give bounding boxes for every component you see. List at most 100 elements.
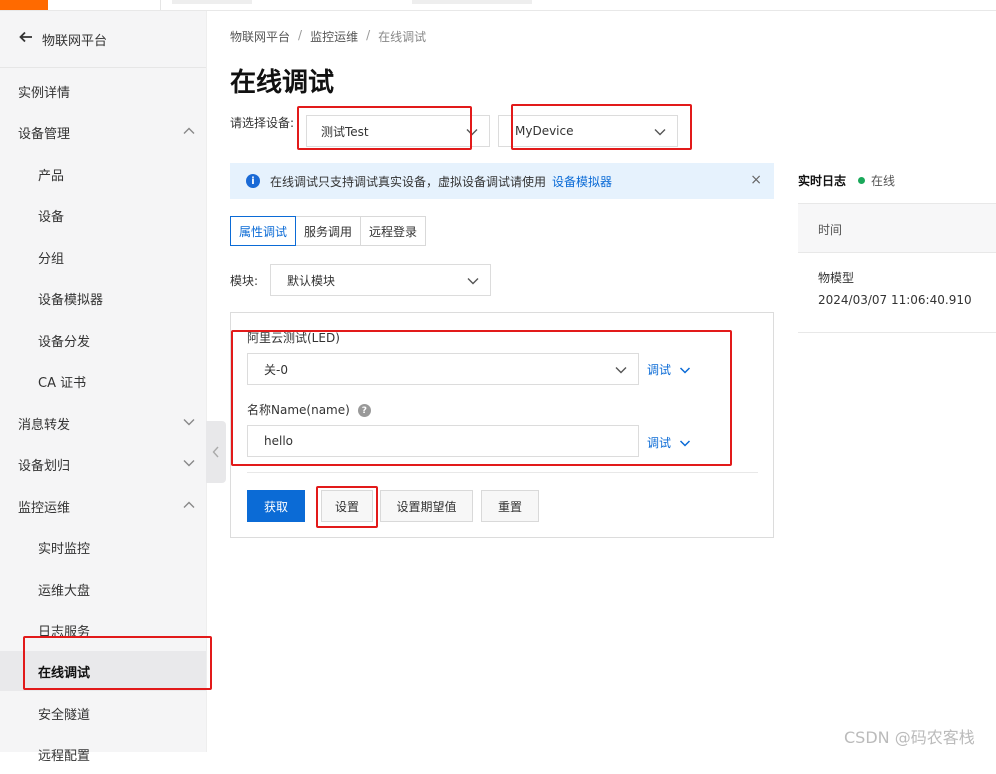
sidebar-item-label: 实时监控	[38, 541, 91, 557]
module-select[interactable]: 默认模块	[270, 264, 491, 296]
name-property-text: 名称Name(name)	[247, 403, 350, 417]
sidebar-item-ops-dashboard[interactable]: 运维大盘	[0, 569, 206, 609]
top-search[interactable]	[412, 0, 532, 4]
sidebar-item-online-debug[interactable]: 在线调试	[0, 651, 206, 691]
top-divider	[160, 0, 161, 10]
sidebar-item-device-management[interactable]: 设备管理	[0, 112, 206, 152]
device-select[interactable]: MyDevice	[498, 115, 678, 147]
sidebar-item-monitoring-ops[interactable]: 监控运维	[0, 486, 206, 526]
led-value: 关-0	[264, 362, 288, 377]
sidebar-item-label: 日志服务	[38, 624, 91, 640]
reset-button[interactable]: 重置	[481, 490, 539, 522]
online-status-dot	[858, 177, 866, 184]
sidebar-item-groups[interactable]: 分组	[0, 237, 206, 277]
sidebar-item-label: 安全隧道	[38, 707, 91, 723]
breadcrumb-item[interactable]: 监控运维	[310, 28, 358, 45]
sidebar-item-label: 设备分发	[38, 334, 91, 350]
sidebar: 物联网平台 实例详情 设备管理 产品 设备 分组 设备模拟器 设备分发 CA 证…	[0, 11, 207, 764]
breadcrumb-item[interactable]: 物联网平台	[230, 28, 290, 45]
breadcrumb: 物联网平台 / 监控运维 / 在线调试	[230, 28, 426, 45]
sidebar-item-devices[interactable]: 设备	[0, 195, 206, 235]
sidebar-item-device-assignment[interactable]: 设备划归	[0, 444, 206, 484]
tab-property-debug[interactable]: 属性调试	[230, 216, 297, 246]
sidebar-item-label: 监控运维	[18, 500, 71, 516]
chevron-down-icon	[183, 460, 195, 467]
product-select-value: 测试Test	[321, 124, 369, 139]
debug-label: 调试	[647, 436, 672, 450]
sidebar-item-ca-certificate[interactable]: CA 证书	[0, 361, 206, 401]
get-button[interactable]: 获取	[247, 490, 305, 522]
sidebar-item-remote-config[interactable]: 远程配置	[0, 734, 206, 774]
log-entry-time: 2024/03/07 11:06:40.910	[818, 293, 972, 307]
sidebar-item-label: 设备	[38, 209, 65, 225]
name-input[interactable]: hello	[247, 425, 639, 457]
brand-logo[interactable]	[0, 0, 48, 10]
back-label: 物联网平台	[42, 33, 108, 49]
product-select[interactable]: 测试Test	[306, 115, 490, 147]
module-select-value: 默认模块	[287, 273, 336, 288]
name-input-value: hello	[264, 434, 293, 448]
module-label: 模块:	[230, 274, 259, 288]
led-value-select[interactable]: 关-0	[247, 353, 639, 385]
sidebar-collapse-handle[interactable]	[206, 421, 226, 483]
chevron-down-icon	[183, 419, 195, 426]
sidebar-item-device-distribution[interactable]: 设备分发	[0, 320, 206, 360]
tab-remote-login[interactable]: 远程登录	[360, 216, 427, 246]
chevron-down-icon	[467, 278, 479, 285]
sidebar-item-label: 产品	[38, 168, 65, 184]
device-select-value: MyDevice	[515, 124, 574, 138]
sidebar-item-label: CA 证书	[38, 375, 87, 391]
breadcrumb-separator: /	[298, 28, 303, 42]
sidebar-item-label: 设备模拟器	[38, 292, 104, 308]
name-debug-button[interactable]: 调试	[647, 434, 691, 451]
chevron-left-icon	[212, 446, 219, 458]
sidebar-item-log-service[interactable]: 日志服务	[0, 610, 206, 650]
led-debug-button[interactable]: 调试	[647, 361, 691, 378]
sidebar-item-label: 远程配置	[38, 748, 91, 764]
realtime-log-header: 实时日志 在线	[798, 172, 895, 189]
watermark: CSDN @码农客栈	[844, 728, 975, 747]
sidebar-item-realtime-monitoring[interactable]: 实时监控	[0, 527, 206, 567]
sidebar-item-instance-details[interactable]: 实例详情	[0, 71, 206, 111]
sidebar-item-label: 运维大盘	[38, 583, 91, 599]
set-button[interactable]: 设置	[321, 490, 373, 522]
notice-message: 在线调试只支持调试真实设备，虚拟设备调试请使用	[270, 174, 547, 189]
tab-service-call[interactable]: 服务调用	[295, 216, 362, 246]
log-entry-type[interactable]: 物模型	[818, 269, 854, 286]
device-select-row: 请选择设备:	[230, 114, 306, 131]
sidebar-item-products[interactable]: 产品	[0, 154, 206, 194]
set-expected-value-button[interactable]: 设置期望值	[380, 490, 473, 522]
sidebar-item-label: 设备管理	[18, 126, 71, 142]
breadcrumb-current: 在线调试	[378, 30, 427, 44]
sidebar-item-label: 消息转发	[18, 417, 71, 433]
chevron-down-icon	[654, 129, 666, 136]
breadcrumb-separator: /	[366, 28, 371, 42]
log-table-header: 时间	[798, 204, 996, 253]
sidebar-item-label: 设备划归	[18, 458, 71, 474]
sidebar-item-label: 分组	[38, 251, 65, 267]
device-simulator-link[interactable]: 设备模拟器	[552, 173, 612, 190]
sidebar-item-label: 在线调试	[38, 665, 91, 681]
chevron-down-icon	[679, 366, 691, 374]
sidebar-item-device-simulator[interactable]: 设备模拟器	[0, 278, 206, 318]
realtime-log-table: 时间 物模型 2024/03/07 11:06:40.910	[798, 203, 996, 333]
back-arrow-icon	[18, 29, 38, 49]
sidebar-item-message-forwarding[interactable]: 消息转发	[0, 403, 206, 443]
column-time: 时间	[818, 223, 843, 237]
info-icon: i	[246, 174, 260, 188]
sidebar-item-secure-tunnel[interactable]: 安全隧道	[0, 693, 206, 733]
chevron-up-icon	[183, 127, 195, 134]
realtime-log-title: 实时日志	[798, 174, 847, 188]
info-notice: i 在线调试只支持调试真实设备，虚拟设备调试请使用 设备模拟器 ×	[230, 163, 774, 199]
top-nav-tab[interactable]	[172, 0, 252, 4]
panel-divider	[247, 472, 758, 473]
back-to-platform[interactable]: 物联网平台	[0, 11, 206, 68]
device-select-label: 请选择设备:	[230, 116, 295, 130]
top-bar	[0, 0, 996, 11]
close-icon[interactable]: ×	[750, 172, 762, 188]
help-icon[interactable]: ?	[357, 404, 371, 417]
page-title: 在线调试	[230, 68, 335, 98]
name-property-label: 名称Name(name)?	[247, 401, 371, 418]
chevron-down-icon	[615, 367, 627, 374]
debug-tabs: 属性调试 服务调用 远程登录	[230, 216, 427, 246]
